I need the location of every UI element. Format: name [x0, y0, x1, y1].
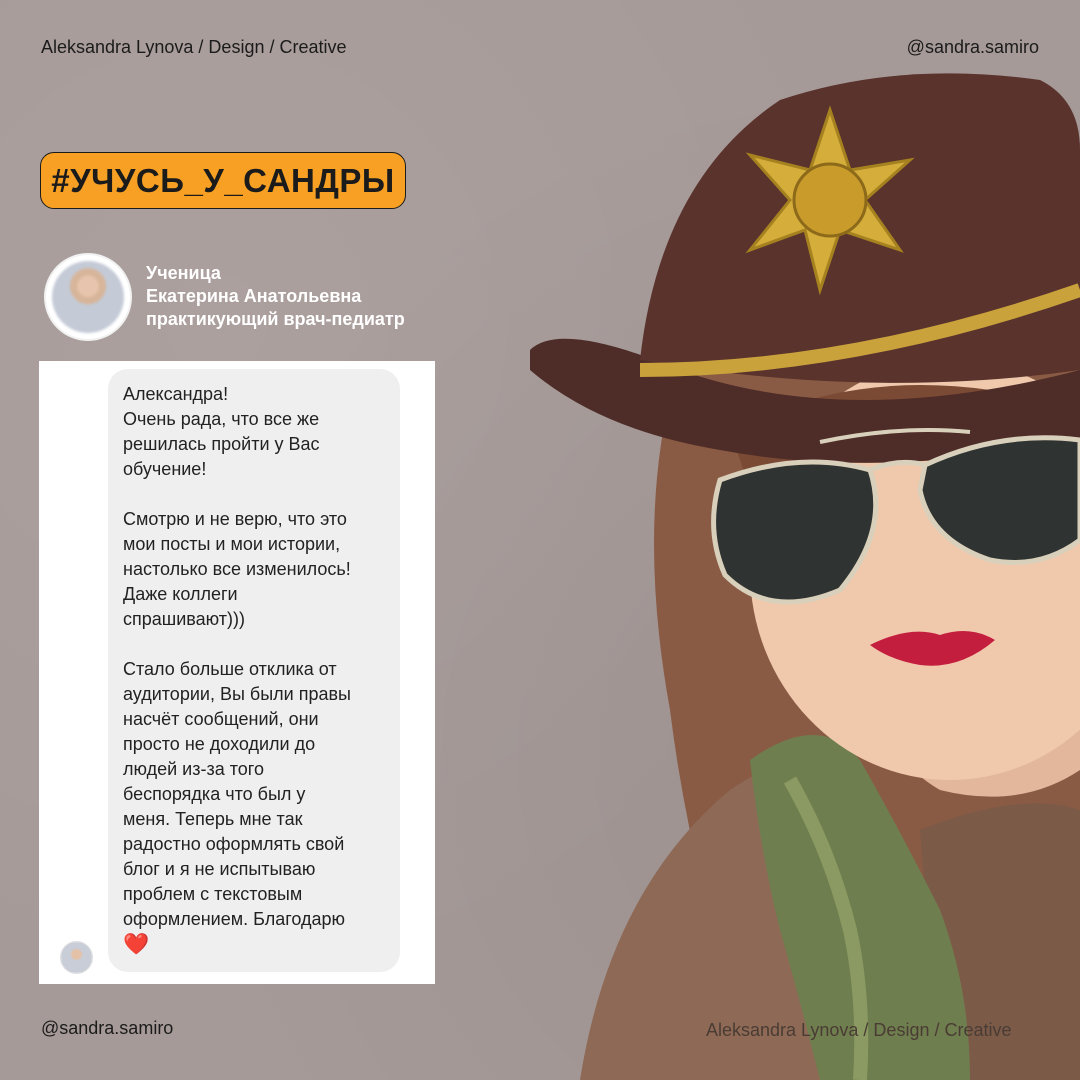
- sender-avatar-photo: [61, 942, 92, 973]
- footer-handle: @sandra.samiro: [41, 1018, 174, 1038]
- student-profession: практикующий врач-педиатр: [146, 309, 405, 329]
- header-handle: @sandra.samiro: [906, 37, 1039, 57]
- sender-avatar: [60, 941, 93, 974]
- message-paragraph-2: Смотрю и не верю, что это мои посты и мо…: [123, 509, 351, 629]
- student-avatar-photo: [52, 261, 124, 333]
- portrait-illustration: [530, 73, 1080, 1080]
- student-avatar: [44, 253, 132, 341]
- student-info: Ученица Екатерина Анатольевна практикующ…: [146, 262, 405, 331]
- hashtag-badge: #УЧУСЬ_У_САНДРЫ: [40, 152, 406, 209]
- header-credit: Aleksandra Lynova / Design / Creative: [41, 37, 347, 57]
- chat-screenshot: Александра! Очень рада, что все же решил…: [39, 361, 435, 984]
- message-paragraph-1: Александра! Очень рада, что все же решил…: [123, 384, 320, 479]
- footer-credit: Aleksandra Lynova / Design / Creative: [706, 1020, 1012, 1040]
- message-bubble: Александра! Очень рада, что все же решил…: [108, 369, 400, 972]
- student-role: Ученица: [146, 263, 221, 283]
- hashtag-label: #УЧУСЬ_У_САНДРЫ: [51, 161, 395, 199]
- student-name: Екатерина Анатольевна: [146, 286, 362, 306]
- heart-icon: ❤️: [123, 933, 150, 956]
- message-paragraph-3: Стало больше отклика от аудитории, Вы бы…: [123, 659, 351, 956]
